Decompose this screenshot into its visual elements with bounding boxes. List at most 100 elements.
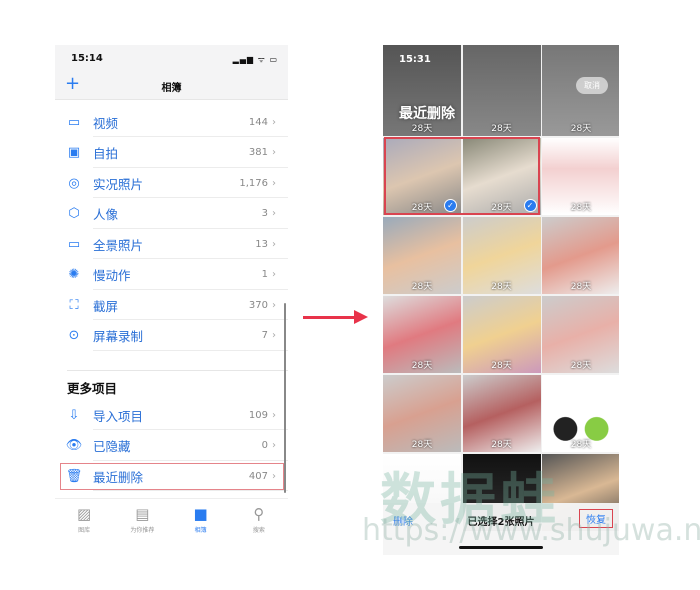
page-title: 相簿: [161, 83, 182, 94]
import-icon: ⇩: [68, 407, 80, 423]
divider: [67, 370, 288, 371]
album-row[interactable]: ◎ 实况照片 1,176 ›: [55, 168, 288, 198]
album-count: 3: [261, 208, 268, 219]
album-label: 全景照片: [93, 237, 144, 253]
photo-thumbnail[interactable]: 28天: [542, 374, 619, 452]
tab-label: 图库: [78, 527, 91, 534]
section-title: 更多项目: [67, 381, 118, 396]
album-row[interactable]: ⇩ 导入项目 109 ›: [55, 400, 288, 430]
tab-photo-library[interactable]: ▨ 图库: [55, 499, 113, 540]
album-label: 已隐藏: [93, 439, 131, 454]
photo-thumbnail[interactable]: 28天: [542, 137, 619, 215]
days-remaining: 28天: [570, 124, 592, 134]
tab-label: 为你推荐: [130, 527, 155, 534]
screenshot-icon: ⛶: [69, 297, 79, 313]
days-remaining: 28天: [411, 282, 433, 292]
days-remaining: 28天: [491, 361, 512, 371]
search-icon: ⚲: [253, 505, 265, 523]
photo-thumbnail[interactable]: 28天: [542, 295, 619, 373]
for-you-icon: ▤: [135, 505, 150, 523]
album-count: 370: [248, 299, 268, 311]
status-time: 15:31: [399, 54, 431, 65]
album-row[interactable]: ▭ 视频 144 ›: [55, 107, 288, 137]
chevron-right-icon: ›: [272, 116, 276, 128]
album-row[interactable]: 👁 已隐藏 0 ›: [55, 431, 288, 461]
tab-search[interactable]: ⚲ 搜索: [230, 499, 288, 540]
album-row[interactable]: ▭ 全景照片 13 ›: [55, 229, 288, 259]
days-remaining: 28天: [570, 361, 592, 371]
tab-for-you[interactable]: ▤ 为你推荐: [113, 499, 171, 540]
album-row[interactable]: ⛶ 截屏 370 ›: [55, 290, 288, 320]
album-title: 最近删除: [399, 106, 455, 122]
chevron-right-icon: ›: [272, 177, 276, 189]
divider: [93, 349, 288, 351]
photo-thumbnail[interactable]: 28天: [383, 374, 461, 452]
status-icons: ▂▄▆ ᯤ ▭: [232, 55, 278, 64]
arrow: [303, 316, 359, 319]
scrollbar[interactable]: [284, 303, 286, 493]
album-count: 7: [261, 330, 268, 341]
cancel-button[interactable]: 取消: [576, 77, 608, 94]
tab-bar: ▨ 图库 ▤ 为你推荐 ■ 相簿 ⚲ 搜索: [55, 498, 288, 540]
album-label: 自拍: [93, 146, 119, 161]
tab-label: 搜索: [252, 527, 265, 534]
chevron-right-icon: ›: [272, 147, 276, 158]
highlight-box: [60, 463, 284, 490]
photo-thumbnail[interactable]: 28天: [542, 216, 619, 294]
photo-thumbnail[interactable]: 28天: [462, 45, 541, 136]
days-remaining: 28天: [570, 203, 592, 213]
album-label: 实况照片: [93, 176, 144, 192]
days-remaining: 28天: [491, 440, 512, 450]
days-remaining: 28天: [411, 440, 433, 450]
album-count: 13: [255, 238, 268, 250]
album-count: 0: [261, 440, 268, 451]
photo-thumbnail[interactable]: 28天: [383, 216, 461, 294]
tab-albums[interactable]: ■ 相簿: [172, 499, 230, 540]
photo-library-icon: ▨: [77, 505, 92, 523]
status-time: 15:14: [71, 53, 103, 64]
days-remaining: 28天: [491, 124, 512, 134]
tab-label: 相簿: [194, 527, 207, 534]
album-row[interactable]: ⬡ 人像 3 ›: [55, 199, 288, 229]
photo-thumbnail[interactable]: 28天: [383, 295, 461, 373]
album-label: 视频: [93, 115, 119, 131]
selection-highlight: [384, 137, 540, 215]
album-label: 导入项目: [93, 408, 144, 424]
photo-thumbnail[interactable]: 28天: [462, 295, 541, 373]
live-photo-icon: ◎: [68, 175, 80, 191]
album-row[interactable]: ▣ 自拍 381 ›: [55, 138, 288, 168]
portrait-cube-icon: ⬡: [68, 206, 80, 221]
days-remaining: 28天: [411, 361, 433, 371]
album-label: 屏幕录制: [93, 329, 144, 344]
album-count: 109: [248, 409, 268, 421]
albums-icon: ■: [193, 505, 208, 523]
chevron-right-icon: ›: [272, 238, 276, 250]
slow-motion-icon: ✺: [68, 267, 80, 282]
days-remaining: 28天: [570, 282, 592, 292]
photo-thumbnail[interactable]: 28天: [462, 216, 541, 294]
chevron-right-icon: ›: [272, 269, 276, 280]
album-row[interactable]: ⊙ 屏幕录制 7 ›: [55, 321, 288, 351]
photo-thumbnail[interactable]: 28天: [462, 374, 541, 452]
watermark-url: https://www.shujuwa.net: [362, 513, 700, 548]
album-row[interactable]: ✺ 慢动作 1 ›: [55, 260, 288, 290]
screen-recording-icon: ⊙: [68, 328, 80, 343]
chevron-right-icon: ›: [272, 440, 276, 451]
chevron-right-icon: ›: [272, 208, 276, 219]
chevron-right-icon: ›: [272, 409, 276, 421]
days-remaining: 28天: [570, 440, 592, 450]
chevron-right-icon: ›: [272, 299, 276, 311]
album-count: 381: [248, 147, 268, 158]
video-icon: ▭: [67, 114, 81, 130]
chevron-right-icon: ›: [272, 330, 276, 341]
selfie-icon: ▣: [67, 145, 81, 160]
album-label: 慢动作: [93, 268, 131, 283]
album-count: 1: [261, 269, 268, 280]
album-label: 人像: [93, 207, 119, 222]
days-remaining: 28天: [491, 282, 512, 292]
panorama-icon: ▭: [67, 236, 81, 252]
hidden-eye-icon: 👁: [65, 438, 83, 453]
arrow-head: [354, 310, 368, 324]
album-label: 截屏: [93, 298, 119, 314]
divider: [93, 490, 288, 491]
